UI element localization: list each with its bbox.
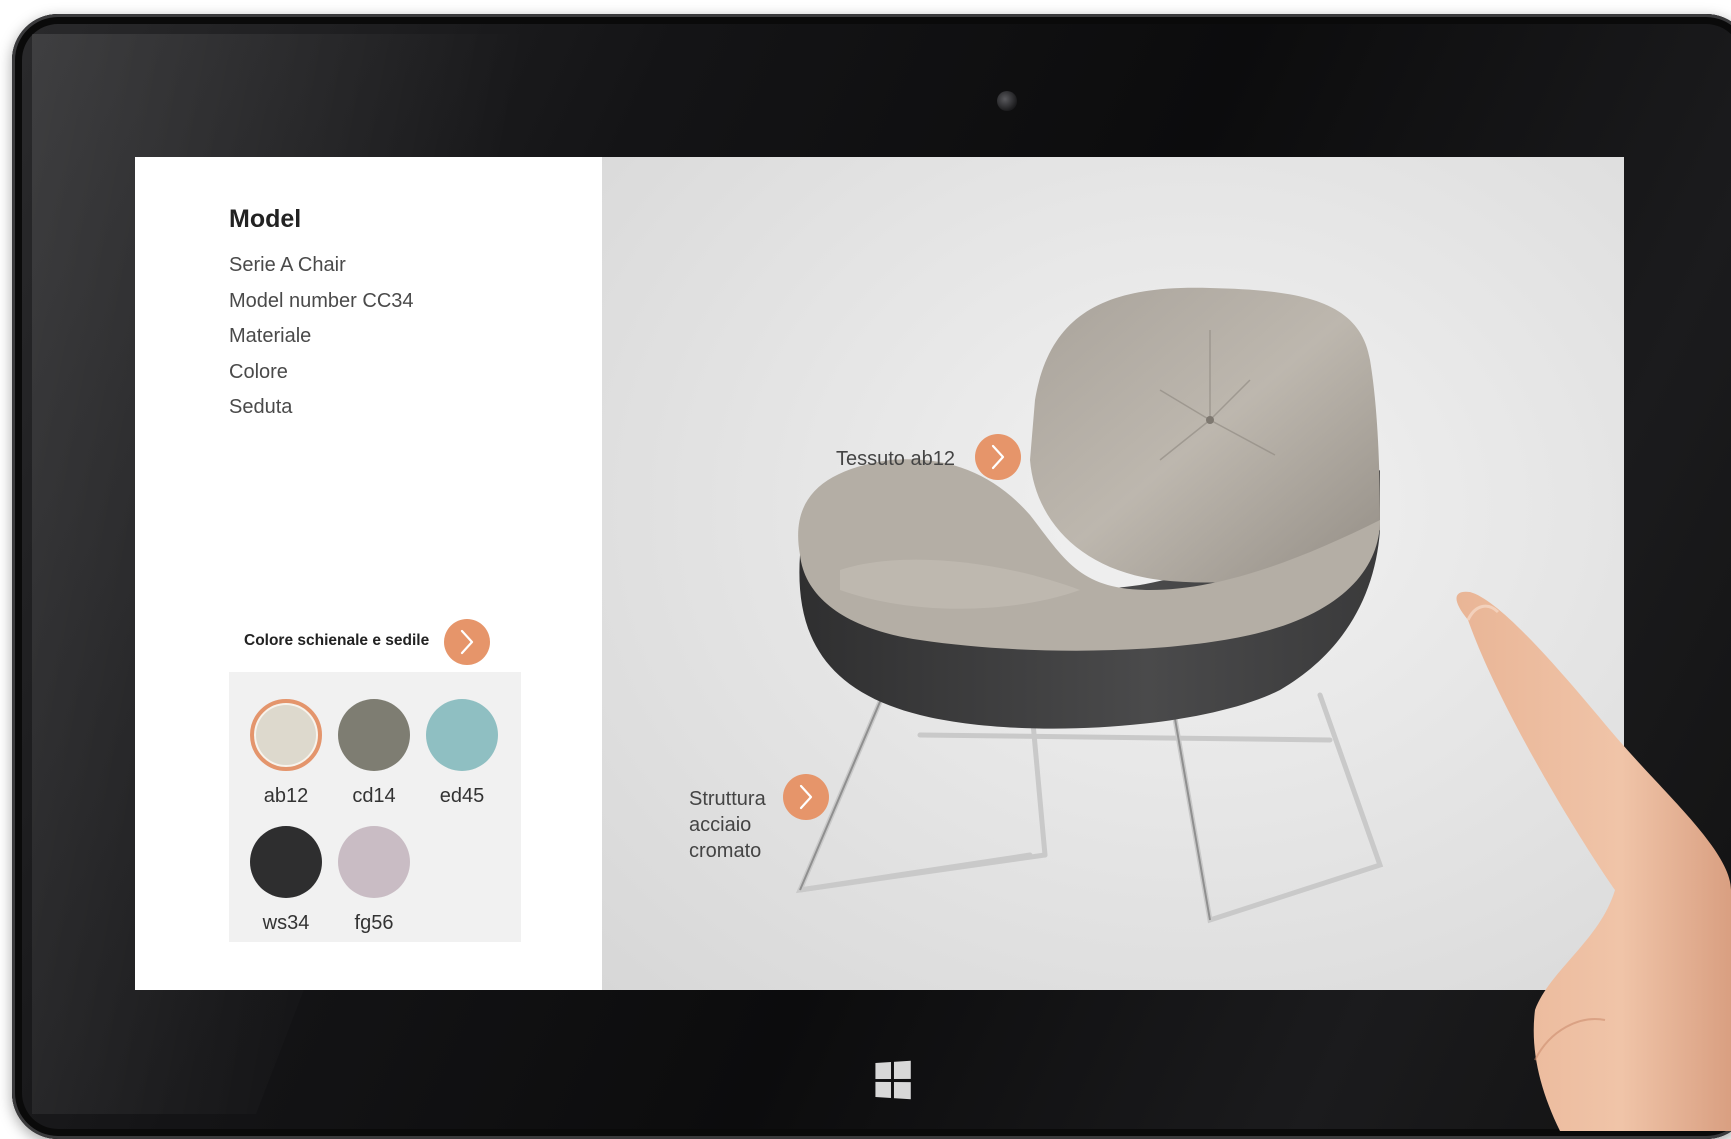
swatch-cd14[interactable]: cd14	[338, 699, 410, 808]
swatch-dot	[250, 826, 322, 898]
detail-series: Serie A Chair	[229, 254, 346, 276]
swatch-dot	[426, 699, 498, 771]
swatch-dot	[250, 699, 322, 771]
hotspot-fabric-button[interactable]	[975, 434, 1021, 480]
swatch-code: ab12	[263, 785, 309, 807]
swatch-fg56[interactable]: fg56	[338, 826, 410, 935]
hotspot-fabric-label: Tessuto ab12	[836, 448, 955, 470]
hotspot-structure-button[interactable]	[783, 774, 829, 820]
chair-image	[795, 287, 1384, 924]
swatch-ab12[interactable]: ab12	[250, 699, 322, 808]
finger-image	[1456, 591, 1731, 1131]
swatch-code: fg56	[354, 912, 394, 934]
detail-material[interactable]: Materiale	[229, 319, 414, 355]
swatch-ed45[interactable]: ed45	[426, 699, 498, 808]
color-picker-next-button[interactable]	[444, 619, 490, 665]
windows-logo-icon[interactable]	[875, 1060, 911, 1100]
detail-seat[interactable]: Seduta	[229, 390, 414, 426]
model-title: Model	[229, 205, 302, 233]
swatch-code: ed45	[439, 785, 485, 807]
color-picker-card: Colore schienale e sedile ab12 cd14 ed45…	[229, 612, 521, 942]
chevron-right-icon	[799, 784, 813, 810]
swatch-code: cd14	[352, 785, 396, 807]
chevron-right-icon	[991, 444, 1005, 470]
swatch-code: ws34	[262, 912, 310, 934]
color-picker-header: Colore schienale e sedile	[229, 612, 521, 672]
swatch-dot	[338, 826, 410, 898]
camera-icon	[997, 91, 1017, 111]
detail-color[interactable]: Colore	[229, 355, 414, 391]
product-info-panel: Model Serie A Chair Model number CC34 Ma…	[135, 157, 602, 990]
swatch-dot	[338, 699, 410, 771]
color-picker-label: Colore schienale e sedile	[244, 632, 430, 649]
model-details: Serie A Chair Model number CC34 Material…	[229, 248, 414, 426]
swatch-grid: ab12 cd14 ed45 ws34 fg56	[250, 699, 514, 935]
chevron-right-icon	[460, 629, 474, 655]
swatch-ws34[interactable]: ws34	[250, 826, 322, 935]
detail-model-number: Model number CC34	[229, 289, 414, 312]
